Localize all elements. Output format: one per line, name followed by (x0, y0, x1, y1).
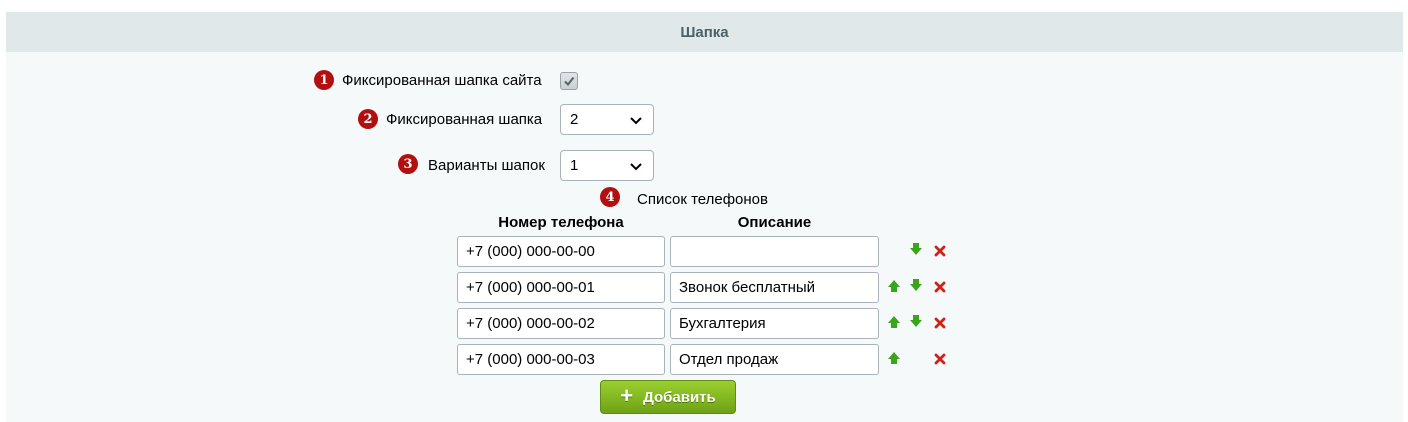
fixed-header-label: Фиксированная шапка (386, 111, 543, 128)
delete-icon[interactable] (934, 245, 946, 257)
plus-icon: + (620, 383, 634, 408)
phone-number-input[interactable]: +7 (000) 000-00-01 (457, 272, 665, 303)
fixed-header-value: 2 (570, 111, 579, 128)
section-header: Шапка (6, 12, 1403, 52)
phone-list-label: Список телефонов (637, 191, 768, 208)
fixed-header-select[interactable]: 2 (560, 104, 654, 135)
phone-description-input[interactable]: Отдел продаж (670, 344, 879, 375)
header-variants-select[interactable]: 1 (560, 150, 654, 181)
delete-icon[interactable] (934, 281, 946, 293)
add-phone-label: Добавить (643, 388, 716, 406)
badge-4: 4 (600, 187, 620, 207)
move-down-icon[interactable] (909, 278, 923, 292)
checkmark-icon (564, 76, 575, 87)
delete-icon[interactable] (934, 353, 946, 365)
phone-number-input[interactable]: +7 (000) 000-00-03 (457, 344, 665, 375)
header-variants-label: Варианты шапок (428, 157, 545, 174)
phone-description-input[interactable]: Бухгалтерия (670, 308, 879, 339)
chevron-down-icon (630, 117, 642, 125)
delete-icon[interactable] (934, 317, 946, 329)
header-variants-value: 1 (570, 157, 579, 174)
phone-description-input[interactable]: Звонок бесплатный (670, 272, 879, 303)
fixed-header-site-label: Фиксированная шапка сайта (342, 72, 542, 89)
badge-3: 3 (398, 154, 418, 174)
badge-2: 2 (358, 109, 378, 129)
col-header-number: Номер телефона (498, 214, 624, 231)
phone-number-input[interactable]: +7 (000) 000-00-02 (457, 308, 665, 339)
phone-number-input[interactable]: +7 (000) 000-00-00 (457, 236, 665, 267)
move-down-icon[interactable] (909, 314, 923, 328)
phone-description-input[interactable] (670, 236, 879, 267)
move-up-icon[interactable] (887, 315, 901, 329)
fixed-header-site-checkbox[interactable] (560, 72, 578, 90)
section-title: Шапка (680, 23, 729, 41)
move-down-icon[interactable] (909, 242, 923, 256)
badge-1: 1 (314, 70, 334, 90)
col-header-description: Описание (737, 214, 812, 231)
chevron-down-icon (630, 163, 642, 171)
add-phone-button[interactable]: + Добавить (600, 380, 736, 414)
move-up-icon[interactable] (887, 351, 901, 365)
move-up-icon[interactable] (887, 279, 901, 293)
